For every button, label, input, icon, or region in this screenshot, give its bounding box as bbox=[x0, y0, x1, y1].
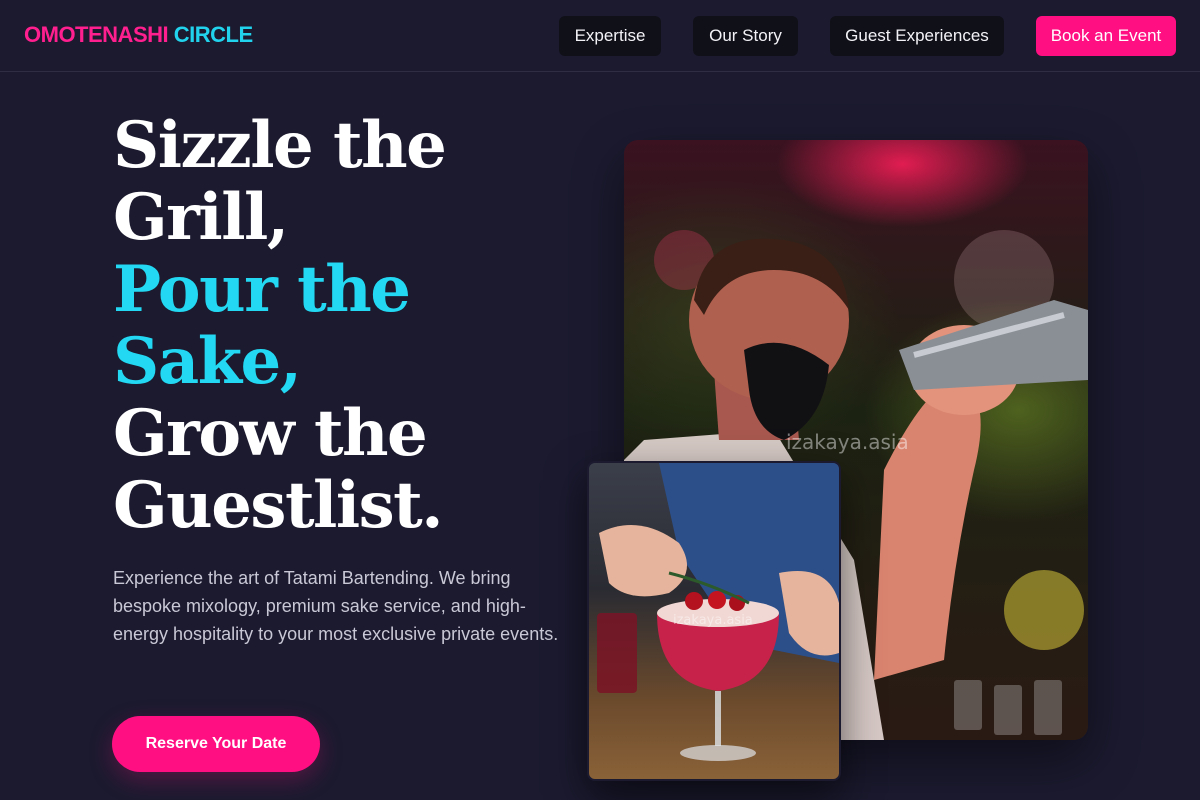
headline-line: Grow the bbox=[113, 396, 428, 471]
headline-accent-line: Pour the bbox=[113, 252, 411, 327]
nav-our-story-button[interactable]: Our Story bbox=[693, 16, 798, 56]
photo-watermark: izakaya.asia bbox=[786, 430, 909, 454]
book-event-button[interactable]: Book an Event bbox=[1036, 16, 1176, 56]
headline-line: Sizzle the bbox=[113, 108, 447, 183]
headline-line: Grill, bbox=[113, 180, 289, 255]
site-header: OMOTENASHI CIRCLE Expertise Our Story Gu… bbox=[0, 0, 1200, 72]
nav-expertise-button[interactable]: Expertise bbox=[559, 16, 661, 56]
headline-accent-line: Sake, bbox=[113, 324, 302, 399]
hero-description: Experience the art of Tatami Bartending.… bbox=[113, 568, 559, 644]
photo-watermark: izakaya.asia bbox=[673, 613, 753, 628]
brand-logo[interactable]: OMOTENASHI CIRCLE bbox=[24, 22, 253, 48]
brand-name-secondary: CIRCLE bbox=[173, 22, 253, 47]
cocktail-garnish-photo: izakaya.asia bbox=[587, 461, 841, 781]
hero-headline: Sizzle the Grill, Pour the Sake, Grow th… bbox=[113, 110, 583, 542]
reserve-date-button[interactable]: Reserve Your Date bbox=[112, 716, 320, 772]
headline-line: Guestlist. bbox=[113, 468, 444, 543]
nav-guest-experiences-button[interactable]: Guest Experiences bbox=[830, 16, 1004, 56]
brand-name-primary: OMOTENASHI bbox=[24, 22, 169, 47]
